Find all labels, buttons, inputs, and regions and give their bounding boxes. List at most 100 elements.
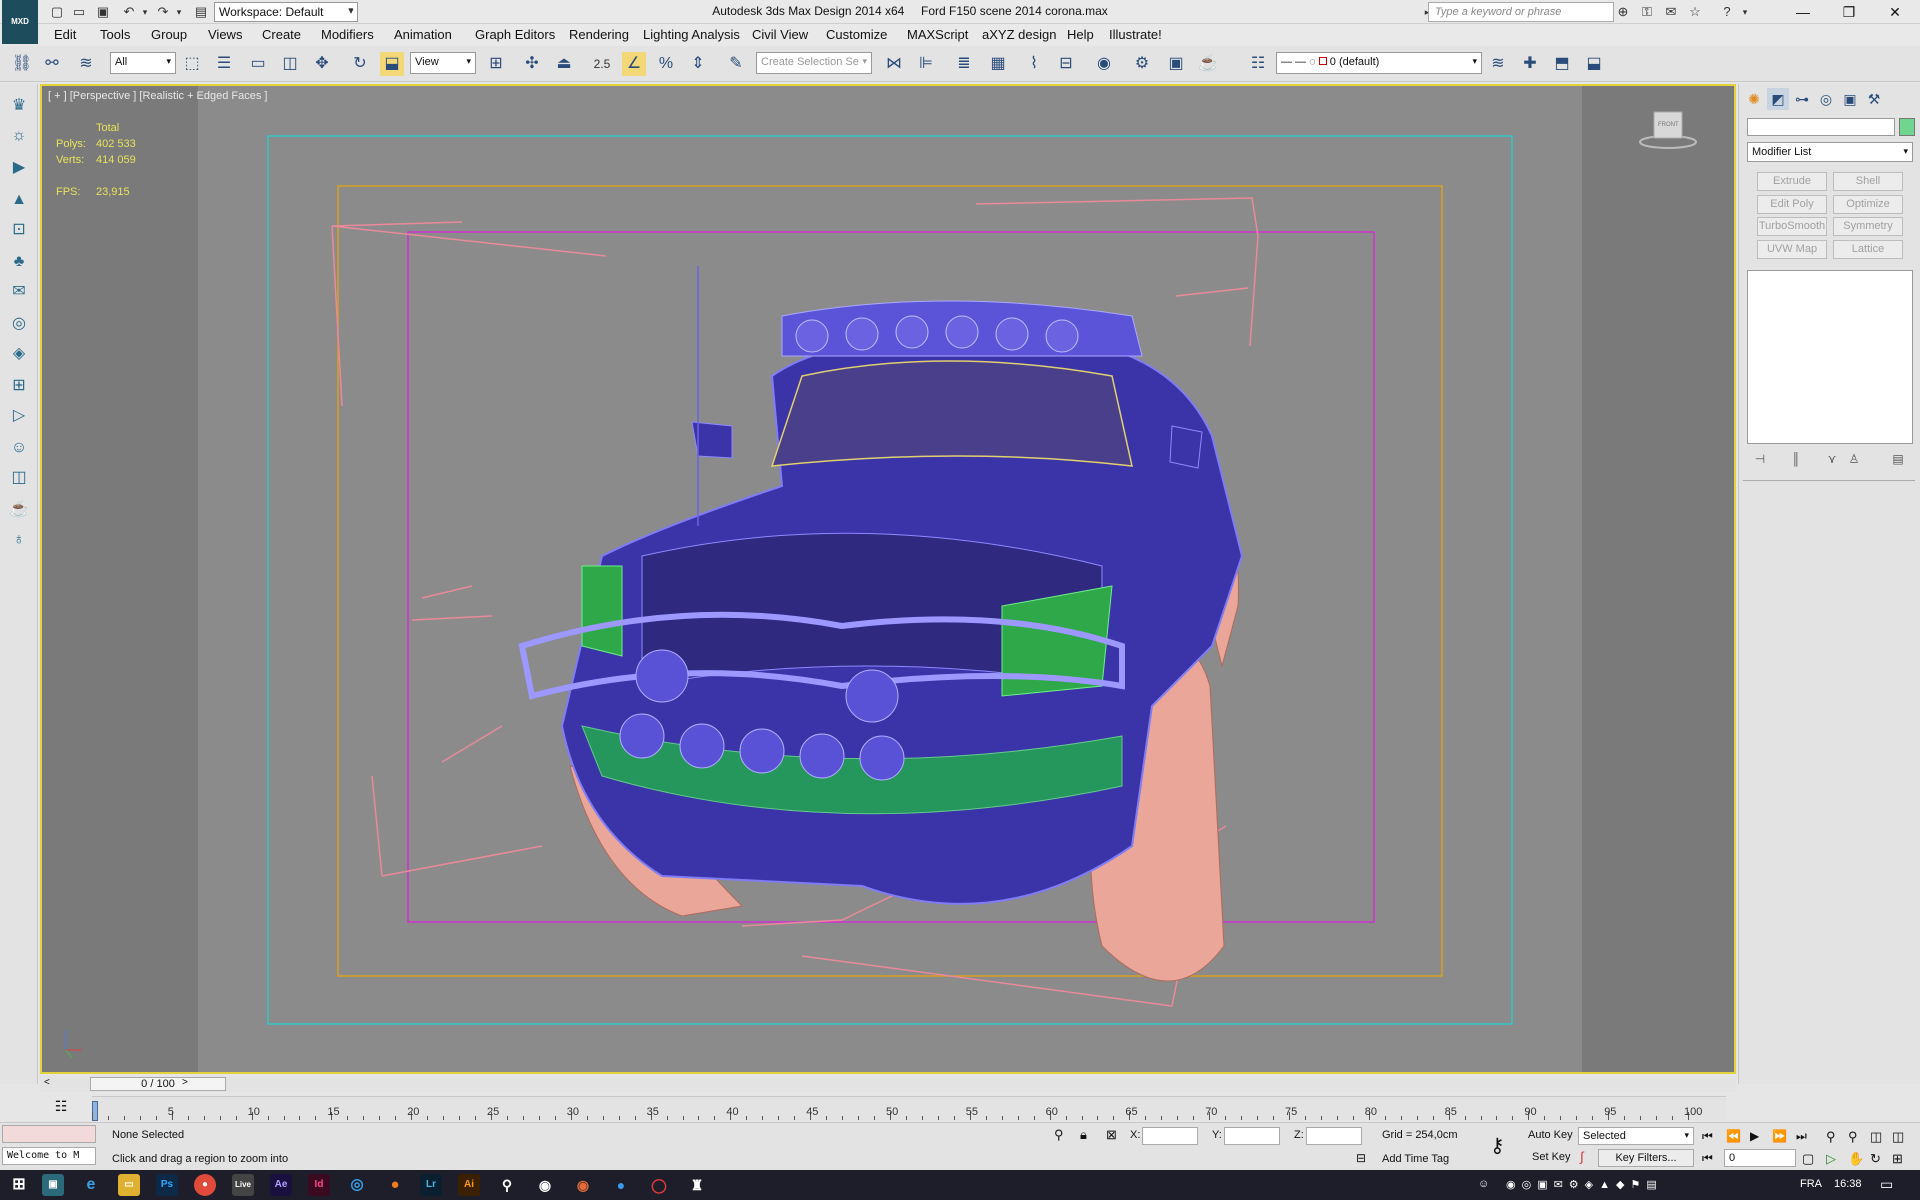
configure-sets-icon[interactable]: ▤ (1889, 452, 1907, 470)
time-configuration-icon[interactable]: ▢ (1802, 1151, 1814, 1167)
named-selection-dropdown[interactable]: Create Selection Se ▾ (756, 52, 872, 74)
go-to-end-icon[interactable]: ⏭ (1796, 1129, 1807, 1144)
sun-icon[interactable]: ☼ (7, 124, 31, 148)
layer-dropdown[interactable]: — — ◌ 0 (default) ▾ (1276, 52, 1482, 74)
help-icon[interactable]: ? (1718, 3, 1736, 21)
globe-icon[interactable]: ◎ (7, 312, 31, 336)
minimize-icon[interactable]: — (1780, 0, 1826, 24)
play-icon[interactable]: ▶ (1750, 1129, 1759, 1143)
graphite-toggle-icon[interactable]: ▦ (986, 52, 1010, 76)
menu-civil-view[interactable]: Civil View (752, 27, 808, 42)
transform-icon[interactable]: ⊞ (7, 374, 31, 398)
pivot-center-icon[interactable]: ⊞ (484, 52, 508, 76)
tray-icons[interactable]: ◉◎▣✉⚙◈▲◆⚑▤ (1506, 1178, 1663, 1191)
zoom-extents-all-icon[interactable]: ◫ (1892, 1129, 1904, 1145)
menu-illustrate[interactable]: Illustrate! (1109, 27, 1162, 42)
object-color-swatch[interactable] (1899, 118, 1915, 136)
pin-stack-icon[interactable]: ⊣ (1751, 452, 1769, 470)
menu-rendering[interactable]: Rendering (569, 27, 629, 42)
select-link-icon[interactable]: ⛓ (10, 52, 34, 76)
select-object-icon[interactable]: ⬚ (180, 52, 204, 76)
reference-coordinate-dropdown[interactable]: View ▾ (410, 52, 476, 74)
time-tag-icon[interactable]: ⊟ (1356, 1151, 1366, 1165)
default-in-out-tangents-icon[interactable]: ∫ (1580, 1149, 1584, 1164)
terrain-icon[interactable]: ▲ (7, 188, 31, 212)
turbosmooth-button[interactable]: TurboSmooth (1757, 217, 1827, 236)
extrude-button[interactable]: Extrude (1757, 172, 1827, 191)
align-icon[interactable]: ⊫ (914, 52, 938, 76)
maxscript-mini-listener[interactable]: Welcome to M (2, 1147, 96, 1165)
material-editor-icon[interactable]: ◉ (1092, 52, 1116, 76)
workspace-menu-icon[interactable]: ▾ (342, 3, 360, 21)
edit-poly-button[interactable]: Edit Poly (1757, 195, 1827, 214)
percent-snap-icon[interactable]: % (654, 52, 678, 76)
layer-manager-icon[interactable]: ☷ (1246, 52, 1270, 76)
modifier-stack[interactable] (1747, 270, 1913, 444)
render-icon[interactable]: ⊡ (7, 218, 31, 242)
help-dropdown-icon[interactable]: ▾ (1736, 3, 1754, 21)
menu-lighting-analysis[interactable]: Lighting Analysis (643, 27, 740, 42)
set-key-button[interactable]: Set Key (1532, 1151, 1571, 1163)
key-selection-dropdown[interactable]: Selected ▾ (1578, 1127, 1694, 1145)
current-frame-field[interactable]: 0 (1724, 1149, 1796, 1167)
menu-edit[interactable]: Edit (54, 27, 76, 42)
skype-taskbar-icon[interactable]: ◎ (346, 1174, 368, 1196)
scene-icon[interactable]: ◈ (7, 342, 31, 366)
restore-icon[interactable]: ❐ (1826, 0, 1872, 24)
key-filters-button[interactable]: Key Filters... (1598, 1149, 1694, 1167)
show-end-result-icon[interactable]: ║ (1787, 452, 1805, 470)
photoshop-taskbar-icon[interactable]: Ps (156, 1174, 178, 1196)
absolute-mode-icon[interactable]: ⊠ (1106, 1127, 1117, 1143)
notifications-icon[interactable]: ▭ (1880, 1176, 1893, 1193)
scripts-icon[interactable]: ✉ (7, 280, 31, 304)
indesign-taskbar-icon[interactable]: Id (308, 1174, 330, 1196)
rendered-frame-window-icon[interactable]: ▣ (1164, 52, 1188, 76)
next-frame-icon[interactable]: ⏩ (1772, 1129, 1787, 1143)
3ds-max-taskbar-icon[interactable]: ▣ (42, 1174, 64, 1196)
move-icon[interactable]: ✥ (310, 52, 334, 76)
render-setup-icon[interactable]: ⚙ (1130, 52, 1154, 76)
unlink-icon[interactable]: ⚯ (40, 52, 64, 76)
menu-help[interactable]: Help (1067, 27, 1094, 42)
subscription-icon[interactable]: ⚿ (1638, 3, 1656, 21)
opera-taskbar-icon[interactable]: ◯ (648, 1174, 670, 1196)
perspective-viewport[interactable]: [ + ] [Perspective ] [Realistic + Edged … (40, 84, 1736, 1074)
menu-views[interactable]: Views (208, 27, 242, 42)
snaps-toggle-icon[interactable]: 2.5 (590, 52, 614, 76)
edge-taskbar-icon[interactable]: e (80, 1174, 102, 1196)
people-icon[interactable]: ☺ (7, 436, 31, 460)
select-manipulate-icon[interactable]: ✣ (520, 52, 544, 76)
layer-manager-icon[interactable]: ≣ (952, 52, 976, 76)
windows-start-icon[interactable]: ⊞ (8, 1174, 30, 1196)
menu-graph-editors[interactable]: Graph Editors (475, 27, 555, 42)
create-layer-icon[interactable]: ✚ (1518, 52, 1542, 76)
video-icon[interactable]: ▷ (7, 404, 31, 428)
search-taskbar-icon[interactable]: ⚲ (496, 1174, 518, 1196)
menu-tools[interactable]: Tools (100, 27, 130, 42)
firefox-taskbar-icon[interactable]: ● (384, 1174, 406, 1196)
window-icon[interactable]: ◫ (7, 466, 31, 490)
go-to-start-icon[interactable]: ⏮ (1702, 1129, 1713, 1144)
media-taskbar-icon[interactable]: ◉ (572, 1174, 594, 1196)
redo-dropdown-icon[interactable]: ▾ (170, 3, 188, 21)
selection-filter-dropdown[interactable]: All ▾ (110, 52, 176, 74)
shell-button[interactable]: Shell (1833, 172, 1903, 191)
next-frame-arrow-icon[interactable]: > (182, 1077, 188, 1088)
lightroom-taskbar-icon[interactable]: Lr (420, 1174, 442, 1196)
menu-group[interactable]: Group (151, 27, 187, 42)
save-icon[interactable]: ▣ (94, 3, 112, 21)
maximize-viewport-icon[interactable]: ⊞ (1892, 1151, 1903, 1167)
live-taskbar-icon[interactable]: Live (232, 1174, 254, 1196)
app-taskbar-icon[interactable]: ◉ (534, 1174, 556, 1196)
add-selection-to-layer-icon[interactable]: ⬒ (1550, 52, 1574, 76)
time-slider[interactable]: 0 / 100 (90, 1077, 226, 1091)
angle-snap-icon[interactable]: ∠ (622, 52, 646, 76)
tree-icon[interactable]: ♣ (7, 250, 31, 274)
scale-icon[interactable]: ⬓ (380, 52, 404, 76)
rotate-icon[interactable]: ↻ (348, 52, 372, 76)
x-coordinate-field[interactable] (1142, 1127, 1198, 1145)
previous-frame-icon[interactable]: ⏪ (1726, 1129, 1741, 1143)
motion-tab-icon[interactable]: ◎ (1815, 88, 1837, 110)
people-tray-icon[interactable]: ☺ (1478, 1178, 1489, 1190)
lattice-button[interactable]: Lattice (1833, 240, 1903, 259)
